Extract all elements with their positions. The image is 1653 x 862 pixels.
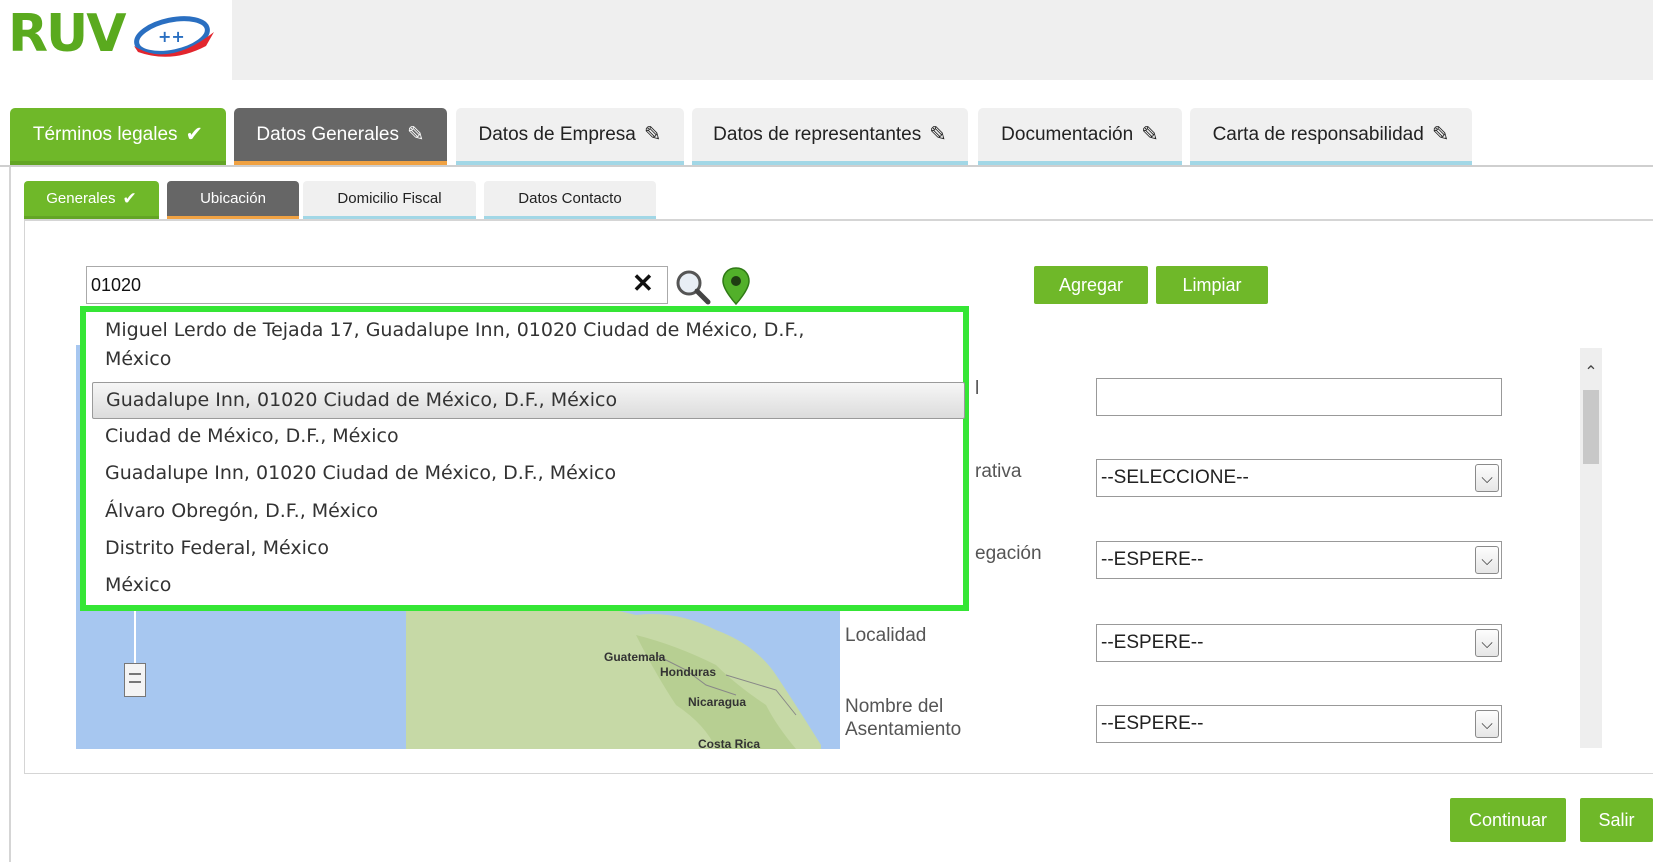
salir-button[interactable]: Salir [1580, 798, 1653, 842]
suggestion-item[interactable]: Distrito Federal, México [92, 534, 965, 563]
zoom-slider-handle[interactable] [124, 663, 146, 697]
select-value: --ESPERE-- [1101, 713, 1204, 734]
tab-documentacion[interactable]: Documentación ✎ [978, 108, 1182, 166]
autocomplete-dropdown: Miguel Lerdo de Tejada 17, Guadalupe Inn… [80, 306, 969, 611]
check-icon: ✔ [185, 123, 204, 146]
header-bar [0, 0, 1653, 80]
check-icon: ✔ [122, 188, 137, 208]
suggestion-item-highlighted[interactable]: Guadalupe Inn, 01020 Ciudad de México, D… [92, 382, 965, 419]
suggestion-item[interactable]: Miguel Lerdo de Tejada 17, Guadalupe Inn… [92, 316, 965, 374]
subtab-generales[interactable]: Generales ✔ [24, 181, 159, 220]
search-icon[interactable] [674, 268, 712, 306]
pencil-icon: ✎ [1431, 123, 1450, 146]
suggestion-text: Ciudad de México, D.F., México [105, 425, 399, 447]
field-label-partial: rativa [975, 461, 1022, 482]
subtab-label: Generales [46, 190, 116, 207]
suggestion-text: México [105, 348, 172, 370]
tab-carta-responsabilidad[interactable]: Carta de responsabilidad ✎ [1190, 108, 1472, 166]
pencil-icon: ✎ [643, 123, 662, 146]
suggestion-item[interactable]: Álvaro Obregón, D.F., México [92, 497, 965, 526]
tab-label: Términos legales [32, 123, 178, 145]
subtab-label: Datos Contacto [518, 190, 622, 207]
chevron-down-icon[interactable]: ⌵ [1475, 546, 1499, 574]
chevron-up-icon[interactable]: ⌃ [1580, 362, 1602, 382]
limpiar-button[interactable]: Limpiar [1156, 266, 1268, 304]
logo[interactable]: RUV ++ [0, 0, 232, 80]
suggestion-text: México [105, 574, 172, 596]
field-label-partial: l [975, 378, 980, 399]
pencil-icon: ✎ [406, 123, 425, 146]
field-label-partial: egación [975, 543, 1042, 564]
subtab-label: Domicilio Fiscal [337, 190, 442, 207]
select-value: --SELECCIONE-- [1101, 467, 1249, 488]
tab-label: Carta de responsabilidad [1212, 123, 1424, 145]
tab-label: Datos de Empresa [478, 123, 636, 145]
localidad-select[interactable]: --ESPERE-- ⌵ [1096, 624, 1502, 662]
map-label-costa-rica: Costa Rica [698, 737, 761, 749]
asentamiento-label-line2: Asentamiento [845, 719, 962, 740]
suggestion-text: Miguel Lerdo de Tejada 17, Guadalupe Inn… [105, 319, 805, 341]
subtab-ubicacion[interactable]: Ubicación [167, 181, 299, 220]
municipio-select[interactable]: --ESPERE-- ⌵ [1096, 541, 1502, 579]
continuar-button[interactable]: Continuar [1450, 798, 1566, 842]
map-pin-icon[interactable] [720, 266, 752, 306]
address-search-input[interactable] [86, 266, 668, 304]
logo-text: RUV [8, 4, 127, 64]
chevron-down-icon[interactable]: ⌵ [1475, 629, 1499, 657]
suggestion-item[interactable]: Guadalupe Inn, 01020 Ciudad de México, D… [92, 459, 965, 488]
subtab-datos-contacto[interactable]: Datos Contacto [484, 181, 656, 220]
pencil-icon: ✎ [1141, 123, 1159, 146]
agregar-button[interactable]: Agregar [1034, 266, 1148, 304]
suggestion-text: Distrito Federal, México [105, 537, 329, 559]
tab-datos-generales[interactable]: Datos Generales ✎ [234, 108, 447, 166]
subtab-label: Ubicación [200, 190, 266, 207]
tab-label: Documentación [1001, 123, 1134, 145]
tab-label: Datos de representantes [713, 123, 922, 145]
suggestion-text: Guadalupe Inn, 01020 Ciudad de México, D… [106, 389, 618, 411]
tab-label: Datos Generales [256, 123, 399, 145]
map-label-honduras: Honduras [660, 665, 717, 679]
suggestion-item[interactable]: Ciudad de México, D.F., México [92, 422, 965, 451]
entidad-select[interactable]: --SELECCIONE-- ⌵ [1096, 459, 1502, 497]
localidad-label: Localidad [845, 625, 927, 646]
map-label-guatemala: Guatemala [604, 650, 666, 664]
chevron-down-icon[interactable]: ⌵ [1475, 710, 1499, 738]
tab-terminos-legales[interactable]: Términos legales ✔ [10, 108, 226, 166]
suggestion-text: Álvaro Obregón, D.F., México [105, 500, 379, 522]
map-label-nicaragua: Nicaragua [688, 695, 747, 709]
select-value: --ESPERE-- [1101, 632, 1204, 653]
pencil-icon: ✎ [929, 123, 947, 146]
text-field[interactable] [1096, 378, 1502, 416]
logo-badge: ++ [158, 27, 185, 46]
select-value: --ESPERE-- [1101, 549, 1204, 570]
tab-datos-representantes[interactable]: Datos de representantes ✎ [692, 108, 968, 166]
suggestion-text: Guadalupe Inn, 01020 Ciudad de México, D… [105, 462, 617, 484]
scrollbar-thumb[interactable] [1583, 390, 1599, 464]
subtab-domicilio-fiscal[interactable]: Domicilio Fiscal [303, 181, 476, 220]
chevron-down-icon[interactable]: ⌵ [1475, 464, 1499, 492]
clear-icon[interactable]: ✕ [632, 268, 654, 299]
asentamiento-label-line1: Nombre del [845, 696, 944, 717]
tab-datos-empresa[interactable]: Datos de Empresa ✎ [456, 108, 684, 166]
asentamiento-select[interactable]: --ESPERE-- ⌵ [1096, 705, 1502, 743]
logo-swoosh-icon: ++ [134, 16, 214, 57]
suggestion-item[interactable]: México [92, 571, 965, 600]
